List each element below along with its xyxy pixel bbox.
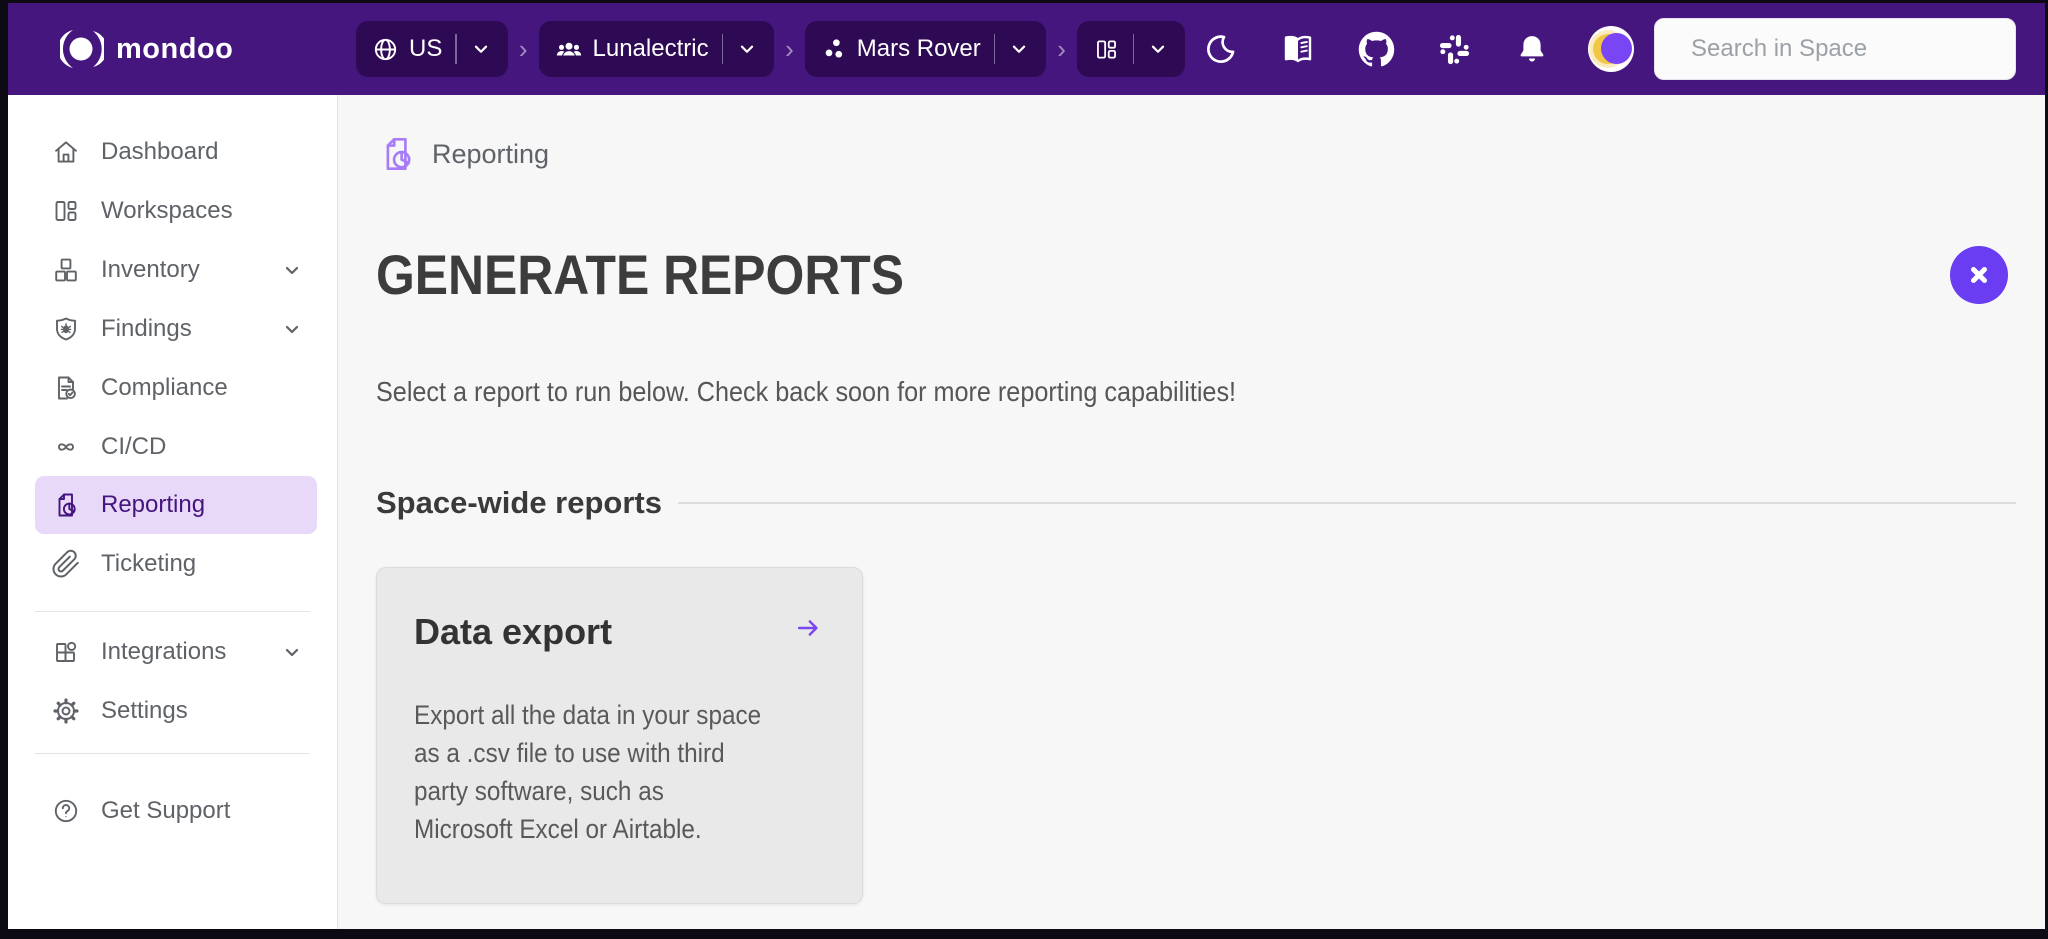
sidebar-divider bbox=[35, 611, 310, 612]
sidebar-item-workspaces[interactable]: Workspaces bbox=[8, 181, 337, 240]
sidebar-item-label: CI/CD bbox=[101, 432, 167, 460]
home-icon bbox=[55, 140, 77, 163]
reporting-icon bbox=[386, 137, 411, 171]
sidebar-item-settings[interactable]: Settings bbox=[8, 681, 337, 740]
org-label: Lunalectric bbox=[592, 35, 709, 62]
pill-divider bbox=[1132, 34, 1135, 64]
close-button[interactable] bbox=[1950, 245, 2008, 304]
avatar[interactable] bbox=[1588, 26, 1634, 72]
compliance-icon bbox=[58, 376, 76, 399]
search-input[interactable] bbox=[1691, 35, 2001, 63]
findings-icon bbox=[56, 317, 76, 340]
sidebar-item-label: Integrations bbox=[101, 637, 227, 665]
workspaces-icon bbox=[1097, 40, 1116, 58]
page-subtitle: Select a report to run below. Check back… bbox=[376, 376, 1237, 407]
chevron-down-icon bbox=[474, 45, 487, 53]
sidebar-item-reporting[interactable]: Reporting bbox=[35, 476, 317, 534]
sidebar: Dashboard Workspaces Inventory Findings … bbox=[8, 95, 338, 929]
space-selector[interactable]: Mars Rover bbox=[804, 21, 1047, 77]
chevron-down-icon bbox=[285, 648, 299, 656]
inventory-icon bbox=[55, 258, 77, 281]
close-icon bbox=[1971, 266, 1987, 283]
sidebar-item-cicd[interactable]: CI/CD bbox=[8, 417, 337, 476]
mondoo-logo-icon bbox=[60, 30, 104, 68]
brand-name: mondoo bbox=[116, 32, 234, 65]
breadcrumb[interactable]: Reporting bbox=[376, 132, 2016, 176]
pill-divider bbox=[455, 34, 457, 64]
region-label: US bbox=[409, 35, 443, 62]
sidebar-item-label: Findings bbox=[101, 314, 192, 342]
dark-mode-toggle[interactable] bbox=[1202, 31, 1238, 67]
breadcrumb-separator: › bbox=[1057, 34, 1066, 64]
breadcrumb-separator: › bbox=[518, 34, 528, 64]
globe-icon bbox=[374, 38, 397, 60]
region-selector[interactable]: US bbox=[356, 21, 508, 77]
avatar-planet-shape bbox=[1601, 33, 1632, 64]
topbar-utility-icons bbox=[1202, 31, 1550, 67]
workspaces-icon bbox=[55, 200, 77, 221]
sidebar-item-get-support[interactable]: Get Support bbox=[8, 781, 337, 840]
breadcrumb-separator: › bbox=[785, 34, 794, 64]
section-title: Space-wide reports bbox=[376, 485, 662, 520]
app-window: mondoo US › Lunalectric › Mars Rover › S… bbox=[8, 3, 2045, 929]
section-divider bbox=[677, 502, 2016, 504]
sidebar-item-label: Settings bbox=[101, 696, 188, 724]
chevron-down-icon bbox=[285, 325, 299, 333]
notifications-bell-icon bbox=[1520, 36, 1544, 62]
sidebar-item-label: Reporting bbox=[101, 491, 206, 518]
docs-book-icon bbox=[1284, 35, 1312, 63]
chevron-down-icon bbox=[740, 45, 754, 53]
sidebar-item-label: Dashboard bbox=[101, 137, 219, 165]
people-icon bbox=[556, 42, 581, 56]
pill-divider bbox=[721, 34, 724, 64]
pill-divider bbox=[993, 34, 996, 64]
section-header: Space-wide reports bbox=[376, 485, 2016, 521]
page-title: GENERATE REPORTS bbox=[376, 243, 904, 306]
context-breadcrumbs: US › Lunalectric › Mars Rover › bbox=[356, 21, 1186, 77]
docs-button[interactable] bbox=[1280, 31, 1316, 67]
main-content: Reporting GENERATE REPORTS Select a repo… bbox=[338, 95, 2045, 929]
report-card-data-export[interactable]: Data export Export all the data in your … bbox=[376, 567, 863, 904]
card-description: Export all the data in your space as a .… bbox=[414, 700, 762, 844]
integrations-icon bbox=[56, 641, 77, 662]
chevron-down-icon bbox=[285, 266, 299, 274]
slack-button[interactable] bbox=[1436, 31, 1472, 67]
org-selector[interactable]: Lunalectric bbox=[538, 21, 775, 77]
sidebar-item-label: Inventory bbox=[101, 255, 200, 283]
sidebar-item-label: Workspaces bbox=[101, 196, 233, 224]
cicd-icon bbox=[58, 442, 74, 451]
chevron-down-icon bbox=[1152, 45, 1165, 53]
ticketing-icon bbox=[52, 549, 79, 577]
reporting-icon bbox=[58, 493, 76, 517]
sidebar-item-label: Ticketing bbox=[101, 549, 197, 577]
brand-logo[interactable]: mondoo bbox=[8, 29, 338, 69]
topbar: mondoo US › Lunalectric › Mars Rover › S… bbox=[8, 3, 2045, 95]
github-icon bbox=[1358, 31, 1395, 67]
sidebar-item-integrations[interactable]: Integrations bbox=[8, 622, 337, 681]
sidebar-item-dashboard[interactable]: Dashboard bbox=[8, 122, 337, 181]
sidebar-item-label: Get Support bbox=[101, 796, 231, 824]
help-icon bbox=[54, 799, 78, 822]
workspace-switcher[interactable] bbox=[1076, 21, 1186, 77]
card-title: Data export bbox=[414, 611, 613, 652]
space-dots-icon bbox=[825, 39, 842, 58]
sidebar-item-compliance[interactable]: Compliance bbox=[8, 358, 337, 417]
sidebar-item-ticketing[interactable]: Ticketing bbox=[8, 534, 337, 593]
sidebar-item-label: Compliance bbox=[101, 373, 228, 401]
search-box[interactable] bbox=[1654, 18, 2016, 80]
sidebar-item-findings[interactable]: Findings bbox=[8, 299, 337, 358]
arrow-right-icon bbox=[797, 620, 818, 636]
sidebar-item-inventory[interactable]: Inventory bbox=[8, 240, 337, 299]
notifications-button[interactable] bbox=[1514, 31, 1550, 67]
sidebar-divider bbox=[35, 753, 310, 754]
space-label: Mars Rover bbox=[856, 35, 981, 62]
dark-mode-moon-icon bbox=[1207, 35, 1235, 63]
breadcrumb-label: Reporting bbox=[432, 138, 550, 169]
slack-icon bbox=[1439, 34, 1469, 64]
github-button[interactable] bbox=[1358, 31, 1395, 67]
settings-icon bbox=[53, 697, 79, 724]
chevron-down-icon bbox=[1013, 45, 1026, 53]
